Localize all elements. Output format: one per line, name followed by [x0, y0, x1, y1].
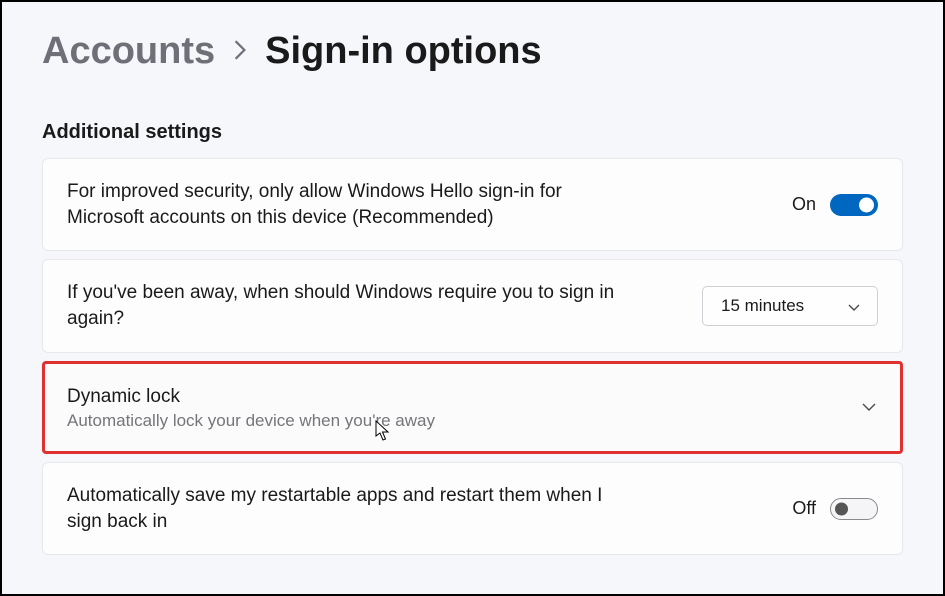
setting-hello-signin-only: For improved security, only allow Window…	[42, 158, 903, 251]
dropdown-selected-value: 15 minutes	[721, 296, 804, 316]
toggle-knob-icon	[859, 197, 874, 212]
section-heading-additional-settings: Additional settings	[42, 121, 903, 144]
setting-dynamic-lock-title: Dynamic lock	[67, 384, 836, 410]
toggle-knob-icon	[835, 502, 848, 515]
chevron-down-icon	[860, 398, 878, 416]
setting-restart-apps-title: Automatically save my restartable apps a…	[67, 483, 607, 534]
setting-dynamic-lock[interactable]: Dynamic lock Automatically lock your dev…	[42, 361, 903, 455]
setting-hello-title: For improved security, only allow Window…	[67, 179, 627, 230]
toggle-state-label: Off	[792, 498, 816, 519]
chevron-down-icon	[847, 299, 861, 313]
require-signin-dropdown[interactable]: 15 minutes	[702, 286, 878, 326]
hello-signin-toggle[interactable]	[830, 194, 878, 216]
setting-require-signin: If you've been away, when should Windows…	[42, 259, 903, 352]
chevron-right-icon	[233, 36, 247, 68]
setting-dynamic-lock-subtitle: Automatically lock your device when you'…	[67, 411, 836, 431]
setting-restart-apps: Automatically save my restartable apps a…	[42, 462, 903, 555]
breadcrumb-parent[interactable]: Accounts	[42, 30, 215, 73]
page-title: Sign-in options	[265, 30, 542, 73]
breadcrumb: Accounts Sign-in options	[42, 30, 903, 73]
setting-require-signin-title: If you've been away, when should Windows…	[67, 280, 647, 331]
restart-apps-toggle[interactable]	[830, 498, 878, 520]
toggle-state-label: On	[792, 194, 816, 215]
